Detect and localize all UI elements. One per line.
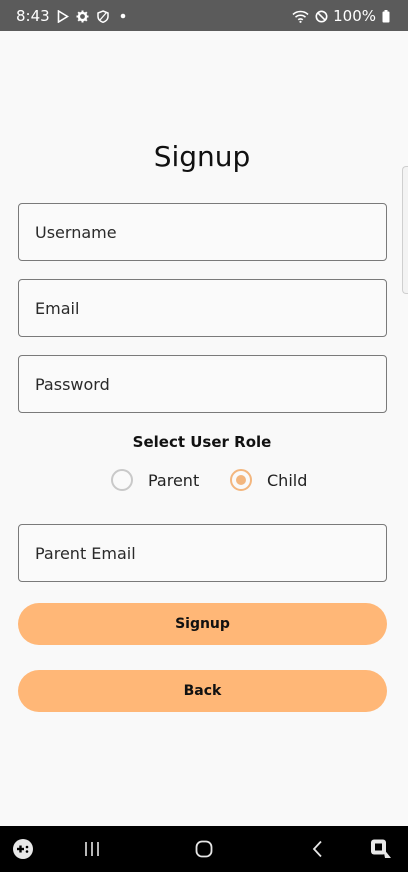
radio-child-label: Child <box>267 470 308 490</box>
email-input[interactable] <box>35 298 386 318</box>
status-right: 100% <box>291 7 390 25</box>
home-icon[interactable] <box>192 838 216 860</box>
status-left: 8:43 <box>16 7 130 25</box>
role-radio-group: Parent Child <box>0 469 408 493</box>
page-title: Signup <box>153 140 251 173</box>
settings-icon <box>76 8 90 24</box>
dot-icon <box>116 8 130 24</box>
wifi-icon <box>291 8 309 24</box>
password-input[interactable] <box>35 374 386 394</box>
radio-parent[interactable]: Parent <box>111 469 199 491</box>
battery-percent: 100% <box>333 7 376 25</box>
radio-child[interactable]: Child <box>230 469 307 491</box>
back-button[interactable]: Back <box>18 670 387 712</box>
radio-selected-dot <box>236 475 246 485</box>
navigation-bar <box>0 826 408 872</box>
play-store-icon <box>56 8 70 24</box>
parent-email-input[interactable] <box>35 543 386 563</box>
screen: 8:43 100% Signup Username Email Select U… <box>0 0 408 872</box>
game-launcher-icon[interactable] <box>11 838 35 860</box>
role-label: Select User Role <box>132 433 272 451</box>
signup-button[interactable]: Signup <box>18 603 387 645</box>
shield-icon <box>96 8 110 24</box>
radio-parent-label: Parent <box>148 470 200 490</box>
username-field-container <box>18 203 387 261</box>
recents-icon[interactable] <box>80 838 104 860</box>
status-bar: 8:43 100% <box>0 0 408 31</box>
username-input[interactable] <box>35 222 386 242</box>
password-field-container <box>18 355 387 413</box>
parent-email-field-container <box>18 524 387 582</box>
screenshot-icon[interactable] <box>369 838 393 860</box>
back-icon[interactable] <box>306 838 330 860</box>
scroll-indicator <box>402 166 408 294</box>
battery-icon <box>381 8 390 24</box>
do-not-disturb-icon <box>314 8 328 24</box>
email-field-container <box>18 279 387 337</box>
radio-parent-circle[interactable] <box>111 469 133 491</box>
radio-child-circle[interactable] <box>230 469 252 491</box>
status-time: 8:43 <box>16 7 50 25</box>
